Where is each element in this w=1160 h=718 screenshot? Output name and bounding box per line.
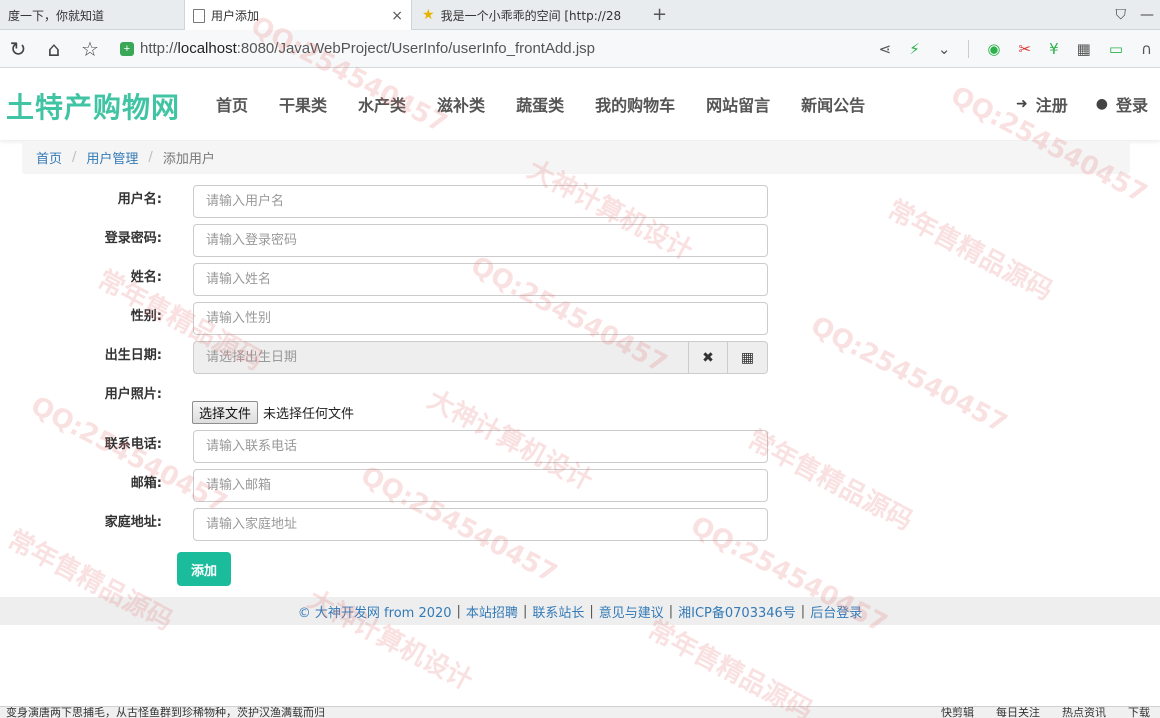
- footer-copyright[interactable]: © 大神开发网 from 2020: [298, 602, 452, 621]
- email-input[interactable]: [193, 469, 768, 502]
- birthday-input[interactable]: [193, 341, 688, 374]
- page-icon: [193, 8, 205, 23]
- browser-tab-baidu[interactable]: 度一下，你就知道: [0, 0, 180, 30]
- watermark-text: 常年售精品源码: [642, 614, 818, 718]
- status-hot-news[interactable]: 热点资讯: [1062, 707, 1106, 718]
- gender-input[interactable]: [193, 302, 768, 335]
- register-link[interactable]: ➜ 注册: [1016, 92, 1068, 116]
- address-bar[interactable]: + http://localhost:8080/JavaWebProject/U…: [120, 40, 595, 57]
- name-input[interactable]: [193, 263, 768, 296]
- share-icon[interactable]: ⋖: [879, 40, 892, 58]
- photo-file-picker: 选择文件 未选择任何文件: [192, 401, 354, 424]
- footer-feedback-link[interactable]: 意见与建议: [599, 602, 664, 621]
- browser-status-bar: 变身演唐两下思捕毛，从古怪鱼群到珍稀物种，茨护汉渔满载而归 快剪辑 每日关注 热…: [0, 706, 1160, 718]
- status-tools: 快剪辑 每日关注 热点资讯 下载: [941, 707, 1150, 718]
- password-input[interactable]: [193, 224, 768, 257]
- bookmark-star-icon[interactable]: ☆: [72, 37, 108, 61]
- password-label: 登录密码:: [104, 231, 162, 246]
- nav-cart[interactable]: 我的购物车: [595, 92, 675, 116]
- nav-home[interactable]: 首页: [216, 92, 248, 116]
- site-logo[interactable]: 土特产购物网: [6, 86, 180, 126]
- site-footer: © 大神开发网 from 2020 | 本站招聘 | 联系站长 | 意见与建议 …: [0, 597, 1160, 625]
- login-link[interactable]: ● 登录: [1096, 92, 1148, 116]
- tab-title: 度一下，你就知道: [8, 8, 105, 23]
- footer-icp-link[interactable]: 湘ICP备0703346号: [678, 602, 796, 621]
- user-icon: ●: [1095, 96, 1108, 112]
- status-news-ticker[interactable]: 变身演唐两下思捕毛，从古怪鱼群到珍稀物种，茨护汉渔满载而归: [6, 707, 325, 718]
- shirt-icon[interactable]: ⛉: [1116, 7, 1127, 23]
- money-icon[interactable]: ¥: [1049, 40, 1059, 58]
- headphones-icon[interactable]: ∩: [1141, 40, 1152, 58]
- register-label: 注册: [1035, 96, 1068, 115]
- footer-admin-login-link[interactable]: 后台登录: [810, 602, 862, 621]
- url-prefix: http://: [140, 40, 178, 57]
- window-controls: ⛉ —: [1116, 0, 1160, 30]
- footer-contact-link[interactable]: 联系站长: [532, 602, 584, 621]
- browser-tab-user-add[interactable]: 用户添加 ×: [184, 0, 412, 31]
- watermark-text: 常年售精品源码: [742, 424, 918, 537]
- tab-title: 我是一个小乖乖的空间 [http://28: [440, 8, 622, 23]
- browser-tab-strip: 度一下，你就知道 用户添加 × ★ 我是一个小乖乖的空间 [http://28 …: [0, 0, 1160, 31]
- browser-extensions: ⋖ ⚡ ⌄ ◉ ✂ ¥ ▦ ▭ ∩: [879, 30, 1160, 68]
- breadcrumb-user-management[interactable]: 用户管理: [86, 148, 138, 167]
- birthday-label: 出生日期:: [104, 348, 162, 363]
- chevron-down-icon[interactable]: ⌄: [938, 40, 951, 58]
- scissors-icon[interactable]: ✂: [1019, 40, 1032, 58]
- status-daily[interactable]: 每日关注: [996, 707, 1040, 718]
- battery-icon[interactable]: ▭: [1109, 40, 1123, 58]
- breadcrumb-home[interactable]: 首页: [36, 148, 62, 167]
- home-icon[interactable]: ⌂: [36, 37, 72, 61]
- breadcrumb-current: 添加用户: [162, 152, 215, 167]
- auth-links: ➜ 注册 ● 登录: [1016, 92, 1148, 116]
- choose-file-button[interactable]: 选择文件: [192, 401, 259, 424]
- browser-tab-qzone[interactable]: ★ 我是一个小乖乖的空间 [http://28: [414, 0, 646, 30]
- file-status: 未选择任何文件: [263, 407, 355, 422]
- username-input[interactable]: [193, 185, 768, 218]
- browser-toolbar: ↻ ⌂ ☆ + http://localhost:8080/JavaWebPro…: [0, 30, 1160, 68]
- star-favicon-icon: ★: [422, 7, 435, 23]
- watermark-text: QQ:254540457: [805, 310, 1012, 440]
- login-label: 登录: [1115, 96, 1148, 115]
- address-input[interactable]: [193, 508, 768, 541]
- minimize-icon[interactable]: —: [1140, 7, 1154, 23]
- new-tab-button[interactable]: +: [652, 4, 667, 25]
- url-host: localhost: [177, 40, 237, 57]
- phone-input[interactable]: [193, 430, 768, 463]
- clear-date-icon[interactable]: ✖: [688, 341, 728, 374]
- gender-label: 性别:: [130, 309, 162, 324]
- tab-title: 用户添加: [211, 9, 260, 23]
- username-label: 用户名:: [117, 192, 162, 207]
- breadcrumb: 首页 / 用户管理 / 添加用户: [22, 141, 1130, 174]
- site-header: 土特产购物网 首页 干果类 水产类 滋补类 蔬蛋类 我的购物车 网站留言 新闻公…: [0, 68, 1160, 140]
- watermark-text: 常年售精品源码: [882, 194, 1058, 307]
- url-path: :8080/JavaWebProject/UserInfo/userInfo_f…: [236, 40, 595, 57]
- main-nav: 首页 干果类 水产类 滋补类 蔬蛋类 我的购物车 网站留言 新闻公告: [216, 92, 865, 116]
- reload-icon[interactable]: ↻: [0, 37, 36, 61]
- nav-dried-fruit[interactable]: 干果类: [279, 92, 327, 116]
- breadcrumb-separator: /: [148, 150, 153, 165]
- address-label: 家庭地址:: [104, 515, 162, 530]
- nav-news[interactable]: 新闻公告: [801, 92, 865, 116]
- status-download[interactable]: 下载: [1128, 707, 1150, 718]
- 360-guard-icon[interactable]: ◉: [987, 40, 1000, 58]
- close-icon[interactable]: ×: [391, 8, 403, 24]
- add-button[interactable]: 添加: [177, 552, 231, 586]
- nav-tonic[interactable]: 滋补类: [437, 92, 485, 116]
- email-label: 邮箱:: [130, 476, 162, 491]
- lightning-icon[interactable]: ⚡: [909, 40, 920, 58]
- apps-grid-icon[interactable]: ▦: [1077, 40, 1091, 58]
- photo-label: 用户照片:: [104, 387, 162, 402]
- nav-messages[interactable]: 网站留言: [706, 92, 770, 116]
- secure-shield-icon: +: [120, 41, 134, 56]
- nav-seafood[interactable]: 水产类: [358, 92, 406, 116]
- sign-in-arrow-icon: ➜: [1016, 96, 1028, 112]
- name-label: 姓名:: [130, 270, 162, 285]
- status-quick-cut[interactable]: 快剪辑: [941, 707, 974, 718]
- breadcrumb-separator: /: [72, 150, 77, 165]
- birthday-date-group: ✖ ▦: [193, 341, 768, 374]
- footer-jobs-link[interactable]: 本站招聘: [466, 602, 518, 621]
- calendar-icon[interactable]: ▦: [728, 341, 768, 374]
- nav-veg-egg[interactable]: 蔬蛋类: [516, 92, 564, 116]
- phone-label: 联系电话:: [104, 437, 162, 452]
